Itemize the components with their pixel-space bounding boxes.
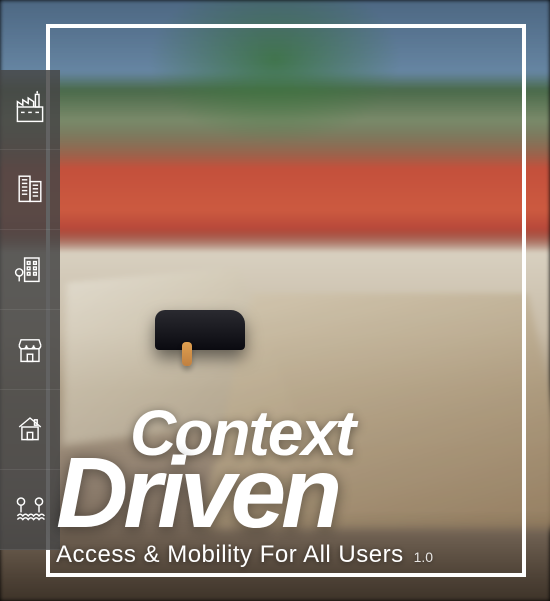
version-text: 1.0	[414, 549, 433, 565]
sidebar-item-urban-highrise	[0, 150, 60, 230]
context-icon-sidebar	[0, 70, 60, 550]
sidebar-item-industrial	[0, 70, 60, 150]
sidebar-item-midrise	[0, 230, 60, 310]
sidebar-item-rural	[0, 470, 60, 550]
cover-title-block: Context Driven Access & Mobility For All…	[56, 408, 520, 569]
midrise-tree-icon	[12, 249, 48, 290]
sidebar-item-town	[0, 310, 60, 390]
single-house-icon	[12, 409, 48, 450]
urban-highrise-icon	[12, 169, 48, 210]
title-word-2: Driven	[56, 453, 520, 533]
industrial-icon	[12, 89, 48, 130]
sidebar-item-house	[0, 390, 60, 470]
town-market-icon	[12, 329, 48, 370]
subtitle-row: Access & Mobility For All Users 1.0	[56, 541, 520, 569]
subtitle-text: Access & Mobility For All Users	[56, 541, 404, 569]
rural-crops-icon	[12, 489, 48, 530]
